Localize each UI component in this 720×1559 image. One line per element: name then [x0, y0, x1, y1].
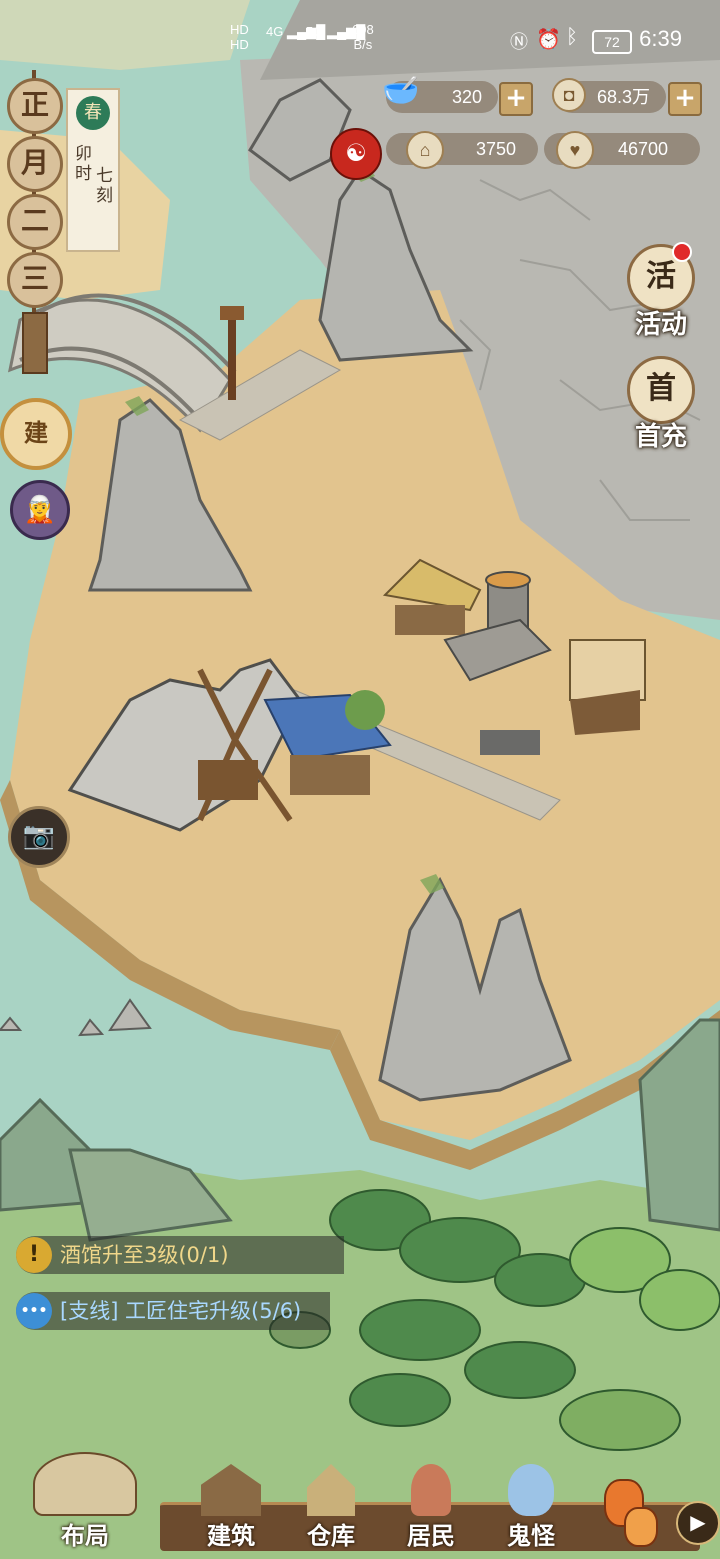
net-4g-label: 4G [266, 24, 284, 39]
nav-residents[interactable]: 居民 [386, 1464, 476, 1551]
prosperity-resource: ⌂ 3750 [386, 131, 538, 169]
nav-layout-label: 布局 [61, 1521, 109, 1550]
coin-resource: ◘ 68.3万 [552, 78, 666, 113]
battery-level: 72 [604, 34, 620, 50]
time-panel: 春 卯时 七刻 [66, 88, 120, 252]
character-avatar[interactable]: 🧝 [10, 480, 70, 540]
nav-ghosts[interactable]: 鬼怪 [486, 1464, 576, 1551]
activity-button[interactable]: 活 活动 [626, 242, 696, 341]
heart-icon: ♥ [556, 131, 594, 169]
network-speed-unit: B/s [353, 37, 373, 52]
add-silver-button[interactable]: + [499, 82, 533, 116]
hd-indicator: HD HD [230, 22, 249, 52]
nav-build-label: 建筑 [207, 1521, 255, 1550]
nfc-icon: Ⓝ [510, 32, 528, 52]
add-coins-button[interactable]: + [668, 82, 702, 116]
alarm-icon: ⏰ [536, 29, 561, 51]
chevron-right-icon: ▶ [690, 1510, 706, 1534]
heart-resource: ♥ 46700 [544, 131, 700, 169]
calendar-bead-1: 正 [7, 78, 63, 134]
resident-icon [411, 1464, 451, 1516]
event-seal-icon[interactable]: ☯ [330, 128, 382, 180]
camera-button[interactable]: 📷 [8, 806, 70, 868]
quest-side-icon-glyph: ••• [20, 1303, 48, 1319]
quest-main-text: 酒馆升至3级(0/1) [60, 1243, 229, 1267]
calendar-tassel [22, 312, 48, 374]
activity-label: 活动 [634, 310, 687, 340]
nav-warehouse[interactable]: 仓库 [286, 1464, 376, 1551]
building-icon [201, 1464, 261, 1516]
quest-side-text: [支线] 工匠住宅升级(5/6) [60, 1299, 302, 1323]
silver-value: 320 [451, 87, 482, 107]
season-badge: 春 [76, 96, 110, 130]
coin-value: 68.3万 [596, 87, 650, 107]
network-speed: 608 B/s [352, 22, 374, 52]
hd-1-label: HD [230, 22, 249, 37]
warehouse-icon [307, 1464, 355, 1516]
time-hour: 卯时 [75, 144, 92, 184]
first-charge-button[interactable]: 首 首充 [626, 356, 696, 453]
calendar-bead-4: 三 [7, 252, 63, 308]
prosperity-value: 3750 [475, 139, 516, 159]
first-charge-icon-text: 首 [646, 371, 676, 406]
notification-dot [672, 242, 692, 262]
layout-figures-icon [33, 1452, 137, 1516]
build-button[interactable]: 建 [0, 398, 72, 470]
bluetooth-icon: ᛒ [566, 26, 578, 48]
build-button-label: 建 [24, 418, 48, 447]
heart-value: 46700 [617, 139, 668, 159]
activity-icon-text: 活 [646, 259, 676, 294]
hd-2-label: HD [230, 37, 249, 52]
silver-ingot-icon: 🥣 [382, 74, 420, 107]
coin-icon: ◘ [552, 78, 586, 112]
quest-main-icon-glyph: ! [28, 1242, 40, 1267]
nav-warehouse-label: 仓库 [307, 1521, 355, 1550]
nav-residents-label: 居民 [407, 1521, 455, 1550]
quest-side[interactable]: ••• [支线] 工匠住宅升级(5/6) [16, 1292, 330, 1330]
nav-build[interactable]: 建筑 [186, 1464, 276, 1551]
nav-layout[interactable]: 布局 [30, 1452, 140, 1551]
clock: 6:39 [639, 26, 682, 51]
lantern-icon[interactable] [600, 1479, 660, 1549]
bottom-nav: 布局 建筑 仓库 居民 鬼怪 ▶ [0, 1452, 720, 1559]
camera-icon: 📷 [22, 821, 56, 851]
nav-ghosts-label: 鬼怪 [507, 1521, 555, 1550]
ghost-icon [508, 1464, 554, 1516]
alert-icon: ! [16, 1237, 52, 1273]
quest-main[interactable]: ! 酒馆升至3级(0/1) [16, 1236, 344, 1274]
pavilion-icon: ⌂ [406, 131, 444, 169]
expand-arrow-button[interactable]: ▶ [676, 1501, 720, 1545]
status-bar: HD HD 4G ▂▄▆█ 5G ▂▄▆█ 608 B/s Ⓝ ⏰ ᛒ 72 6… [0, 0, 720, 80]
net-5g-label: 5G [306, 24, 324, 39]
time-quarter: 七刻 [96, 166, 113, 206]
calendar-bead-2: 月 [7, 136, 63, 192]
silver-resource: 🥣 320 [382, 75, 498, 113]
first-charge-label: 首充 [634, 422, 687, 452]
more-dots-icon: ••• [16, 1293, 52, 1329]
battery-icon: 72 [592, 30, 632, 54]
money-bag-icon: 首 [627, 356, 695, 424]
calendar-bead-3: 二 [7, 194, 63, 250]
network-speed-value: 608 [352, 22, 374, 37]
